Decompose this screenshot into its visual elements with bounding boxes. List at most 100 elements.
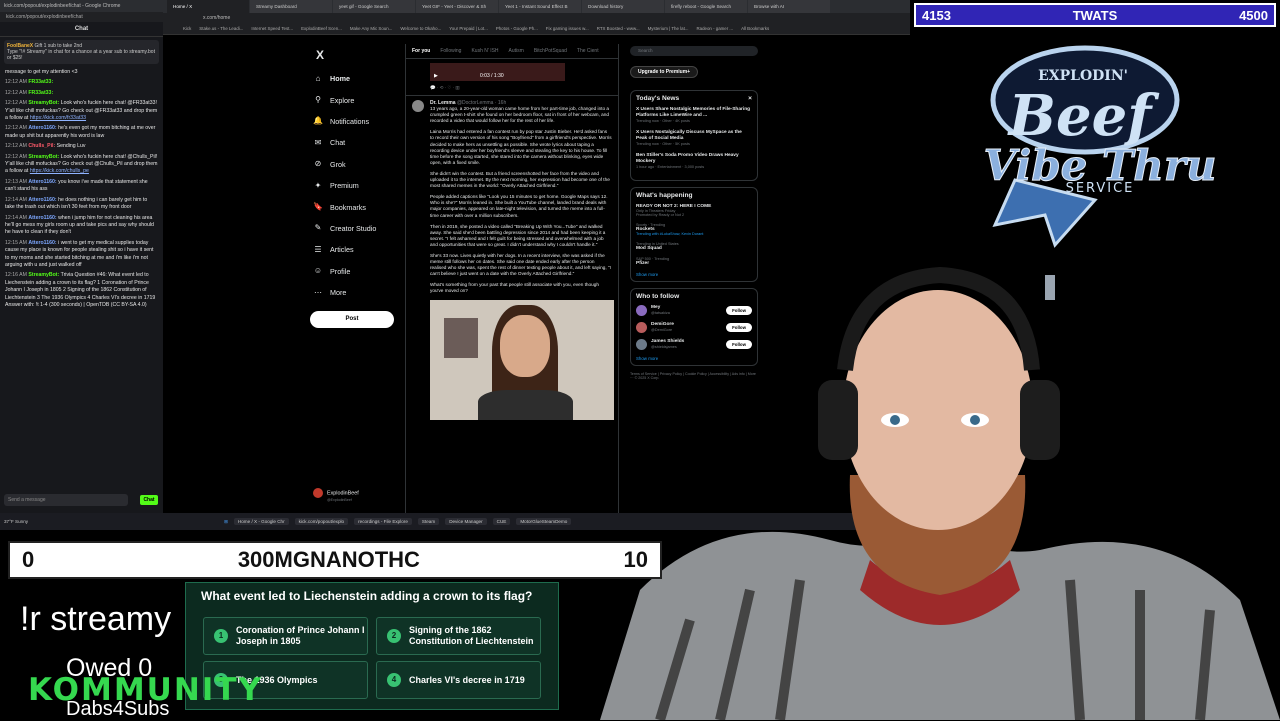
x-logo-icon[interactable]: X [316, 48, 413, 68]
search-input[interactable]: Search [630, 46, 758, 56]
chat-message-list[interactable]: message to get my attention <3 12:12 AM … [0, 67, 163, 314]
tab-following[interactable]: Following [440, 44, 461, 58]
news-item[interactable]: X Users Nostalgically Discuss MySpace as… [636, 130, 752, 146]
nav-home[interactable]: ⌂ Home [313, 68, 413, 89]
taskbar-item[interactable]: Device Manager [445, 518, 487, 525]
chat-url-bar[interactable]: kick.com/popout/explodinbeef/chat [0, 12, 163, 22]
bookmark[interactable]: Your Prepaid | Lot... [449, 24, 488, 34]
chat-timestamp: 12:13 AM [5, 178, 27, 185]
chat-username[interactable]: FR33at33: [28, 90, 53, 96]
taskbar-item[interactable]: recordings - File Explore [354, 518, 412, 525]
chat-username[interactable]: Attero1160: [28, 215, 56, 221]
chat-input[interactable]: Send a message [4, 494, 128, 506]
tweet-author[interactable]: Dr. Lemma [430, 100, 456, 106]
nav-explore[interactable]: ⚲ Explore [313, 89, 413, 110]
bookmark[interactable]: Radeon - gamer ... [696, 24, 733, 34]
profile-icon: ☺ [313, 266, 323, 276]
close-icon[interactable]: × [748, 95, 752, 102]
address-bar[interactable]: x.com/home [163, 13, 910, 24]
nav-articles[interactable]: ☰ Articles [313, 239, 413, 260]
taskbar-item[interactable]: Steam [417, 518, 440, 525]
chat-username[interactable]: StreamyBot: [28, 154, 59, 160]
trend-item[interactable]: Trending in United States Mod Squad [636, 242, 752, 251]
score-label: TWATS [1072, 7, 1118, 23]
chat-link[interactable]: https://kick.com/chulls_pe [30, 168, 89, 174]
browser-tab[interactable]: Browse with AI [748, 0, 830, 13]
news-item[interactable]: Ben Stiller's Soda Promo Video Draws Hea… [636, 153, 752, 169]
nav-grok[interactable]: ⊘ Grok [313, 154, 413, 175]
bookmark[interactable]: Photos - Google Ph... [496, 24, 538, 34]
account-switcher[interactable]: ExplodinBeef @ExplodinBeef [313, 488, 359, 502]
avatar[interactable] [412, 100, 424, 112]
nav-profile[interactable]: ☺ Profile [313, 261, 413, 282]
chat-send-button[interactable]: Chat [140, 495, 158, 505]
taskbar-item[interactable]: kick.com/popout/explo [294, 518, 349, 525]
tab-for-you[interactable]: For you [412, 44, 430, 58]
chat-message: 12:12 AM FR33at33: [5, 79, 158, 86]
chat-username[interactable]: StreamyBot: [28, 100, 59, 106]
tab-list[interactable]: BitchPotSquad [534, 44, 567, 58]
browser-tab[interactable]: firefly reboot - Google Search [665, 0, 747, 13]
bookmark[interactable]: Make Any Mic Soun... [350, 24, 392, 34]
nav-premium[interactable]: ✦ Premium [313, 175, 413, 196]
bookmark[interactable]: Internet Speed Test... [251, 24, 293, 34]
chat-message: 12:14 AM Attero1160: when i jump him for… [5, 215, 158, 237]
post-actions[interactable]: 💬 · ⟲ · ♡ · ▥ [406, 81, 618, 96]
bookmark[interactable]: All Bookmarks [741, 24, 769, 34]
bookmark[interactable]: Fix gaming issues w... [546, 24, 589, 34]
news-title: X Users Share Nostalgic Memories of File… [636, 107, 751, 118]
chat-link[interactable]: https://kick.com/fr33at33 [30, 115, 86, 121]
browser-tab[interactable]: Streamy Dashboard [250, 0, 332, 13]
play-icon[interactable]: ▶ [434, 73, 438, 79]
taskbar-item[interactable]: Home / X - Google Chr [233, 518, 289, 525]
chat-username[interactable]: StreamyBot: [28, 272, 59, 278]
trend-meta: Trending with #LukaShow, Kevin Durant [636, 232, 704, 236]
news-meta: Trending now · Other · 4K posts [636, 119, 690, 123]
trend-item[interactable]: Sports · Trending Rockets Trending with #L… [636, 223, 752, 236]
browser-tab[interactable]: Home / X [167, 0, 249, 13]
browser-tab[interactable]: Yeet GIF - Yeet - Discover & Sh [416, 0, 498, 13]
bookmark[interactable]: RTX Boosted - www... [597, 24, 640, 34]
nav-notifications[interactable]: 🔔 Notifications [313, 111, 413, 132]
nav-bookmarks[interactable]: 🔖 Bookmarks [313, 196, 413, 217]
nav-chat[interactable]: ✉ Chat [313, 132, 413, 153]
post-button[interactable]: Post [310, 311, 394, 328]
news-item[interactable]: X Users Share Nostalgic Memories of File… [636, 107, 752, 123]
chat-username[interactable]: FR33at33: [28, 79, 53, 85]
nav-creator-studio[interactable]: ✎ Creator Studio [313, 218, 413, 239]
taskbar-item[interactable]: MotorGlueSteamDemo [516, 518, 572, 525]
bookmark[interactable]: Welcome to Okaho... [400, 24, 441, 34]
tweet-image[interactable] [430, 299, 614, 420]
browser-tab[interactable]: Download history [582, 0, 664, 13]
chat-username[interactable]: Attero1160: [28, 240, 56, 246]
trivia-answer: 2 Signing of the 1862 Constitution of Lie… [376, 617, 541, 655]
answer-text: Coronation of Prince Johann I Joseph in … [236, 625, 365, 646]
chat-username[interactable]: Attero1160: [28, 125, 56, 131]
chat-username[interactable]: Attero1160: [28, 179, 56, 185]
video-player[interactable]: ▶ 0:03 / 1:30 [430, 63, 565, 81]
bookmark[interactable]: Mysterium | The lat... [648, 24, 689, 34]
timeline[interactable]: For you Following Kush N' ISH Autism Bit… [405, 44, 619, 513]
upgrade-button[interactable]: Upgrade to Premium+ [630, 66, 699, 78]
tab-list[interactable]: Kush N' ISH [471, 44, 498, 58]
tab-strip: Home / X Streamy Dashboard yeet gif - Go… [163, 0, 910, 13]
news-title: Ben Stiller's Soda Promo Video Draws Hea… [636, 153, 739, 164]
bookmark[interactable]: Stake.us - The Leadi... [199, 24, 243, 34]
bookmark[interactable]: ExplodinBeef Scen... [301, 24, 342, 34]
tab-list[interactable]: Autism [509, 44, 524, 58]
browser-tab[interactable]: yeet gif - Google Search [333, 0, 415, 13]
chat-username[interactable]: Attero1160: [28, 197, 56, 203]
trend-item[interactable]: READY OR NOT 2: HERE I COME Only in Theat… [636, 204, 752, 217]
start-icon[interactable]: ⊞ [224, 519, 228, 525]
tweet-paragraph: Laina Morris had entered a fan contest r… [430, 129, 612, 165]
taskbar-item[interactable]: CUE [492, 518, 511, 525]
nav-more[interactable]: ⋯ More [313, 282, 413, 303]
todays-news: Today's News × X Users Share Nostalgic Me… [630, 90, 758, 181]
browser-tab[interactable]: Yeet 1 - Instant Sound Effect B [499, 0, 581, 13]
bookmark[interactable]: Kick [183, 24, 191, 34]
nav-label: Creator Studio [330, 223, 377, 233]
weather-widget[interactable]: 37°F Sunny [4, 519, 28, 524]
tweet[interactable]: Dr. Lemma @DoctorLemma · 16h 13 years ag… [406, 96, 618, 295]
chat-username[interactable]: Chulls_Pil: [28, 143, 55, 149]
tab-list[interactable]: The Cient [577, 44, 599, 58]
